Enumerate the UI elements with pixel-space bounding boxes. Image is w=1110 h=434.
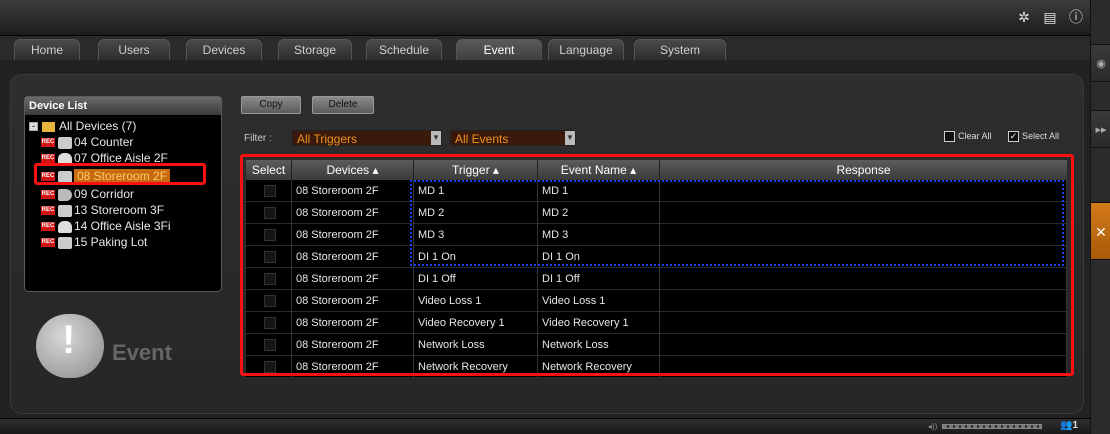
device-item[interactable]: REC 14 Office Aisle 3Fi bbox=[41, 219, 171, 233]
user-count-value: 1 bbox=[1072, 420, 1079, 431]
tab-users[interactable]: Users bbox=[98, 39, 170, 60]
filter-label: Filter : bbox=[244, 133, 272, 144]
device-tree-root[interactable]: - All Devices (7) bbox=[29, 119, 136, 133]
tab-schedule[interactable]: Schedule bbox=[366, 39, 442, 60]
gear-icon[interactable]: ✲ bbox=[1016, 9, 1032, 25]
volume-control[interactable]: ◂)) bbox=[928, 422, 1048, 431]
collapse-icon[interactable]: - bbox=[29, 122, 38, 132]
right-sidebar: ◉ ▸▸ ✕ bbox=[1090, 0, 1110, 434]
rec-badge: REC bbox=[41, 154, 55, 164]
device-label: 04 Counter bbox=[74, 135, 134, 149]
exclamation-icon: ! bbox=[62, 318, 76, 362]
dropdown-arrow-icon[interactable]: ▼ bbox=[565, 131, 575, 145]
rec-badge: REC bbox=[41, 206, 55, 216]
rec-badge: REC bbox=[41, 138, 55, 148]
delete-button[interactable]: Delete bbox=[312, 96, 374, 114]
speaker-icon: ◂)) bbox=[928, 422, 938, 431]
event-filter-select[interactable]: All Events ▼ bbox=[450, 130, 576, 146]
highlight-box-table bbox=[240, 154, 1074, 376]
device-label: 09 Corridor bbox=[74, 187, 135, 201]
device-list: Device List - All Devices (7) REC 04 Count… bbox=[24, 96, 222, 292]
expand-icon[interactable]: ▸▸ bbox=[1091, 110, 1110, 148]
trigger-filter-value: All Triggers bbox=[297, 132, 358, 146]
status-bar: ◂)) 👥1 bbox=[0, 418, 1090, 434]
device-tree-root-label: All Devices (7) bbox=[59, 119, 137, 133]
rec-badge: REC bbox=[41, 190, 55, 200]
bullet-camera-icon bbox=[58, 188, 72, 201]
select-all-checkbox[interactable]: ✓ Select All bbox=[1008, 131, 1060, 143]
select-all-label: Select All bbox=[1022, 131, 1060, 141]
tab-bar: Home Users Devices Storage Schedule Even… bbox=[0, 36, 1090, 61]
top-bar: ✲ ▤ ⓘ bbox=[0, 0, 1090, 36]
clear-all-label: Clear All bbox=[958, 131, 992, 141]
dome-camera-icon bbox=[58, 220, 72, 233]
clear-all-checkbox[interactable]: Clear All bbox=[944, 131, 992, 143]
tab-system[interactable]: System bbox=[634, 39, 726, 60]
tab-home[interactable]: Home bbox=[14, 39, 80, 60]
device-label: 14 Office Aisle 3Fi bbox=[74, 219, 171, 233]
device-list-title: Device List bbox=[25, 97, 221, 115]
device-item[interactable]: REC 04 Counter bbox=[41, 135, 133, 149]
eye-icon[interactable]: ◉ bbox=[1091, 44, 1110, 82]
tools-icon[interactable]: ✕ bbox=[1091, 202, 1110, 260]
checkbox-checked-icon[interactable]: ✓ bbox=[1008, 131, 1019, 143]
folder-icon bbox=[42, 121, 55, 132]
device-item[interactable]: REC 13 Storeroom 3F bbox=[41, 203, 164, 217]
device-label: 15 Paking Lot bbox=[74, 235, 148, 249]
tab-storage[interactable]: Storage bbox=[278, 39, 352, 60]
camera-icon bbox=[58, 204, 72, 217]
info-icon[interactable]: ⓘ bbox=[1068, 9, 1084, 25]
tab-event[interactable]: Event bbox=[456, 39, 542, 61]
volume-slider[interactable] bbox=[942, 424, 1042, 429]
top-icons: ✲ ▤ ⓘ bbox=[1016, 9, 1084, 25]
device-label: 13 Storeroom 3F bbox=[74, 203, 165, 217]
document-icon[interactable]: ▤ bbox=[1042, 9, 1058, 25]
event-logo-icon: ! bbox=[36, 314, 104, 378]
highlight-box-device bbox=[34, 163, 206, 185]
checkbox-icon[interactable] bbox=[944, 131, 955, 143]
camera-icon bbox=[58, 236, 72, 249]
tab-language[interactable]: Language bbox=[548, 39, 624, 60]
users-icon: 👥 bbox=[1060, 420, 1073, 431]
copy-button[interactable]: Copy bbox=[241, 96, 301, 114]
camera-icon bbox=[58, 136, 72, 149]
trigger-filter-select[interactable]: All Triggers ▼ bbox=[292, 130, 442, 146]
event-filter-value: All Events bbox=[455, 132, 509, 146]
rec-badge: REC bbox=[41, 222, 55, 232]
tab-devices[interactable]: Devices bbox=[186, 39, 262, 60]
device-item[interactable]: REC 09 Corridor bbox=[41, 187, 134, 201]
device-item[interactable]: REC 15 Paking Lot bbox=[41, 235, 147, 249]
rec-badge: REC bbox=[41, 238, 55, 248]
user-count: 👥1 bbox=[1060, 420, 1078, 431]
event-logo-label: Event bbox=[112, 340, 172, 365]
dropdown-arrow-icon[interactable]: ▼ bbox=[431, 131, 441, 145]
